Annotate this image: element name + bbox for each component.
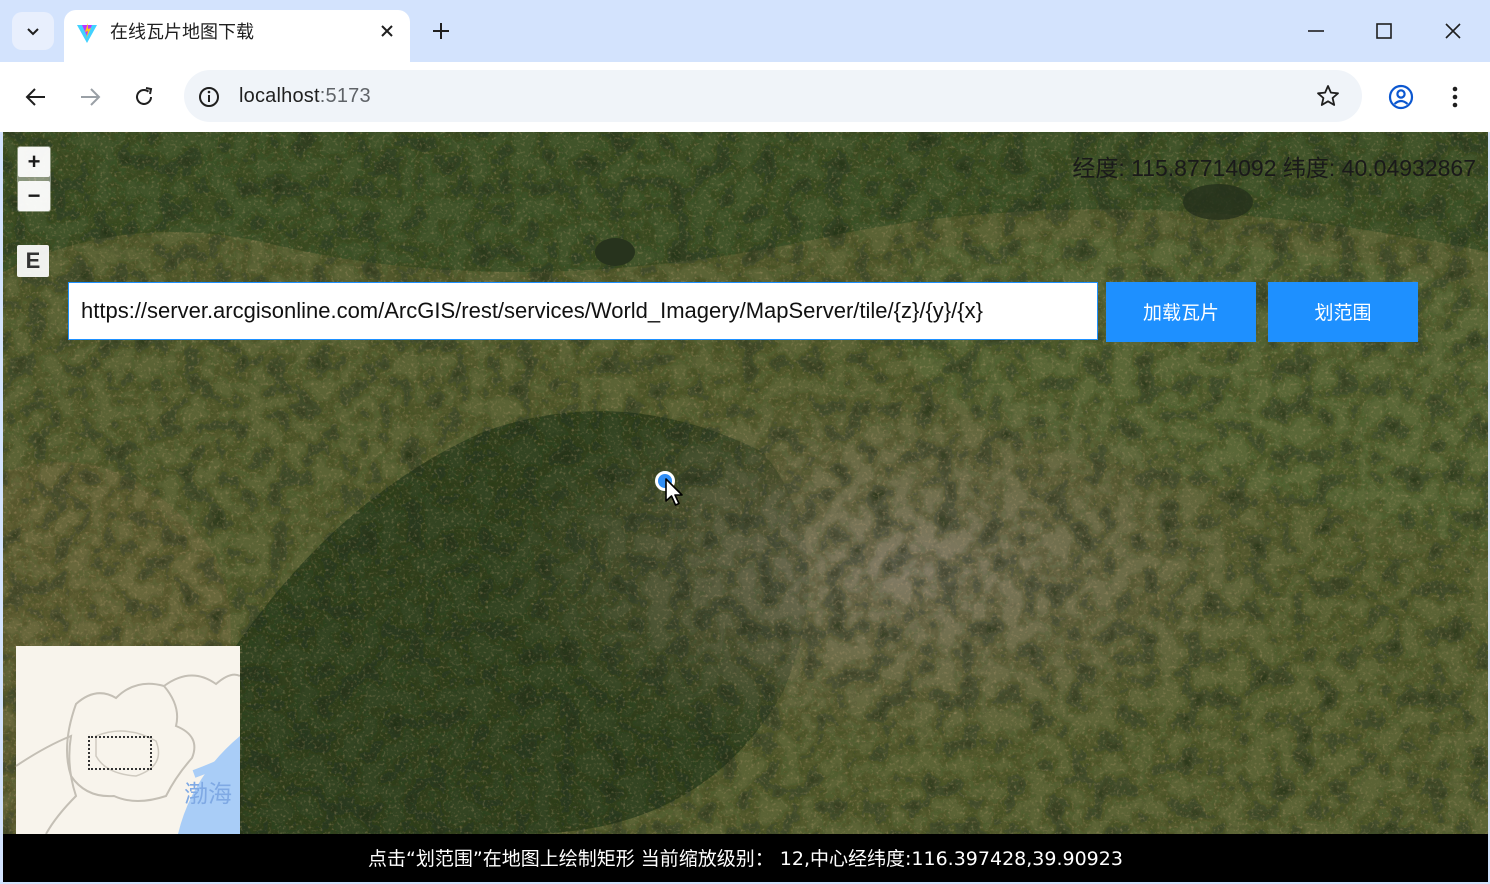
- site-info-button[interactable]: [196, 84, 222, 110]
- browser-tab-bar: 在线瓦片地图下载: [0, 0, 1490, 62]
- tab-close-button[interactable]: [376, 20, 398, 42]
- status-bar: 点击“划范围”在地图上绘制矩形 当前缩放级别： 12,中心经纬度:116.397…: [3, 834, 1488, 882]
- minimize-button[interactable]: [1298, 14, 1334, 48]
- mouse-position-readout: 经度: 115.87714092 纬度: 40.04932867: [1072, 155, 1476, 181]
- vite-favicon-icon: [77, 23, 97, 43]
- zoom-to-extent-button[interactable]: E: [17, 245, 49, 277]
- bookmark-button[interactable]: [1314, 82, 1342, 110]
- zoom-in-button[interactable]: +: [18, 147, 50, 177]
- zoom-control: + −: [17, 146, 51, 212]
- maximize-icon: [1376, 23, 1392, 39]
- overview-extent-box[interactable]: [88, 736, 152, 770]
- plus-icon: [433, 23, 449, 39]
- zoom-out-button[interactable]: −: [18, 181, 50, 211]
- address-url[interactable]: localhost:5173: [239, 84, 371, 108]
- minimize-icon: [1308, 30, 1324, 32]
- close-icon: [381, 25, 393, 37]
- mouse-cursor-icon: [665, 478, 683, 506]
- forward-button[interactable]: [71, 78, 109, 116]
- tab-title: 在线瓦片地图下载: [110, 22, 254, 43]
- reload-button[interactable]: [125, 78, 163, 116]
- chevron-down-icon: [27, 28, 39, 36]
- load-tiles-button[interactable]: 加载瓦片: [1106, 282, 1256, 342]
- more-vert-icon: [1452, 86, 1458, 108]
- star-icon: [1317, 85, 1339, 106]
- maximize-button[interactable]: [1366, 14, 1402, 48]
- arrow-right-icon: [81, 88, 101, 106]
- tab-search-button[interactable]: [12, 12, 54, 50]
- menu-button[interactable]: [1436, 78, 1474, 116]
- address-bar[interactable]: localhost:5173: [184, 70, 1362, 122]
- tile-url-input[interactable]: [68, 282, 1098, 340]
- profile-button[interactable]: [1382, 78, 1420, 116]
- overview-place-label: 渤海: [184, 780, 232, 808]
- window-close-button[interactable]: [1435, 14, 1471, 48]
- browser-toolbar: localhost:5173: [0, 62, 1490, 132]
- url-port: :5173: [319, 85, 371, 107]
- draw-extent-button[interactable]: 划范围: [1268, 282, 1418, 342]
- back-button[interactable]: [17, 78, 55, 116]
- account-icon: [1388, 84, 1414, 110]
- reload-icon: [136, 87, 153, 105]
- overview-map[interactable]: 渤海: [16, 646, 240, 834]
- info-icon: [199, 87, 219, 107]
- map-viewport[interactable]: + − E 经度: 115.87714092 纬度: 40.04932867 加…: [3, 132, 1488, 834]
- new-tab-button[interactable]: [426, 16, 456, 46]
- url-host: localhost: [239, 85, 320, 107]
- browser-tab[interactable]: 在线瓦片地图下载: [64, 10, 410, 62]
- arrow-left-icon: [25, 88, 45, 106]
- close-icon: [1445, 23, 1461, 39]
